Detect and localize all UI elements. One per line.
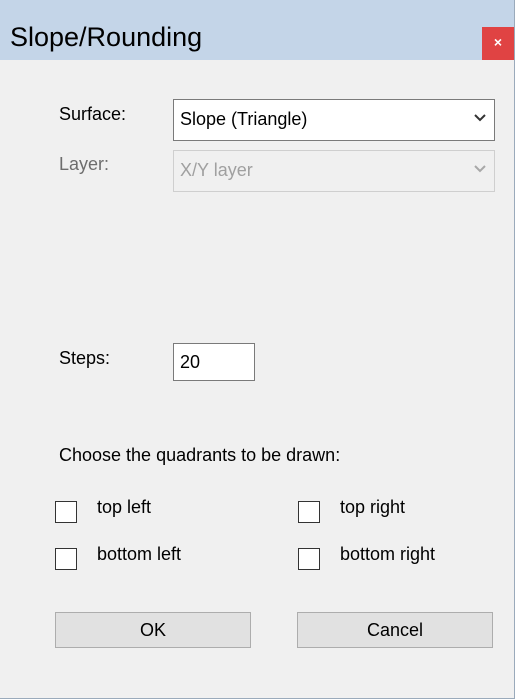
layer-label: Layer: (59, 154, 110, 174)
layer-value: X/Y layer (180, 160, 253, 180)
title-bar[interactable]: Slope/Rounding × (0, 0, 514, 60)
steps-value: 20 (180, 352, 201, 372)
bottom-right-checkbox[interactable] (298, 548, 320, 570)
top-right-label[interactable]: top right (340, 497, 405, 518)
top-left-checkbox[interactable] (55, 501, 77, 523)
steps-label: Steps: (59, 348, 111, 368)
chevron-down-icon (474, 114, 486, 122)
top-left-label[interactable]: top left (97, 497, 151, 518)
close-icon: × (493, 34, 503, 50)
ok-button[interactable]: OK (55, 612, 251, 648)
slope-rounding-dialog: Slope/Rounding × Surface: Slope (Triangl… (0, 0, 515, 699)
close-button[interactable]: × (482, 27, 514, 60)
surface-select[interactable]: Slope (Triangle) (173, 99, 495, 141)
surface-value: Slope (Triangle) (180, 109, 308, 129)
top-right-checkbox[interactable] (298, 501, 320, 523)
bottom-right-label[interactable]: bottom right (340, 544, 435, 565)
cancel-button[interactable]: Cancel (297, 612, 493, 648)
window-title: Slope/Rounding (10, 22, 203, 52)
steps-input[interactable]: 20 (173, 343, 255, 381)
bottom-left-label[interactable]: bottom left (97, 544, 181, 565)
surface-label: Surface: (59, 104, 127, 124)
chevron-down-icon (474, 165, 486, 173)
bottom-left-checkbox[interactable] (55, 548, 77, 570)
layer-select[interactable]: X/Y layer (173, 150, 495, 192)
quadrants-heading: Choose the quadrants to be drawn: (59, 445, 341, 465)
